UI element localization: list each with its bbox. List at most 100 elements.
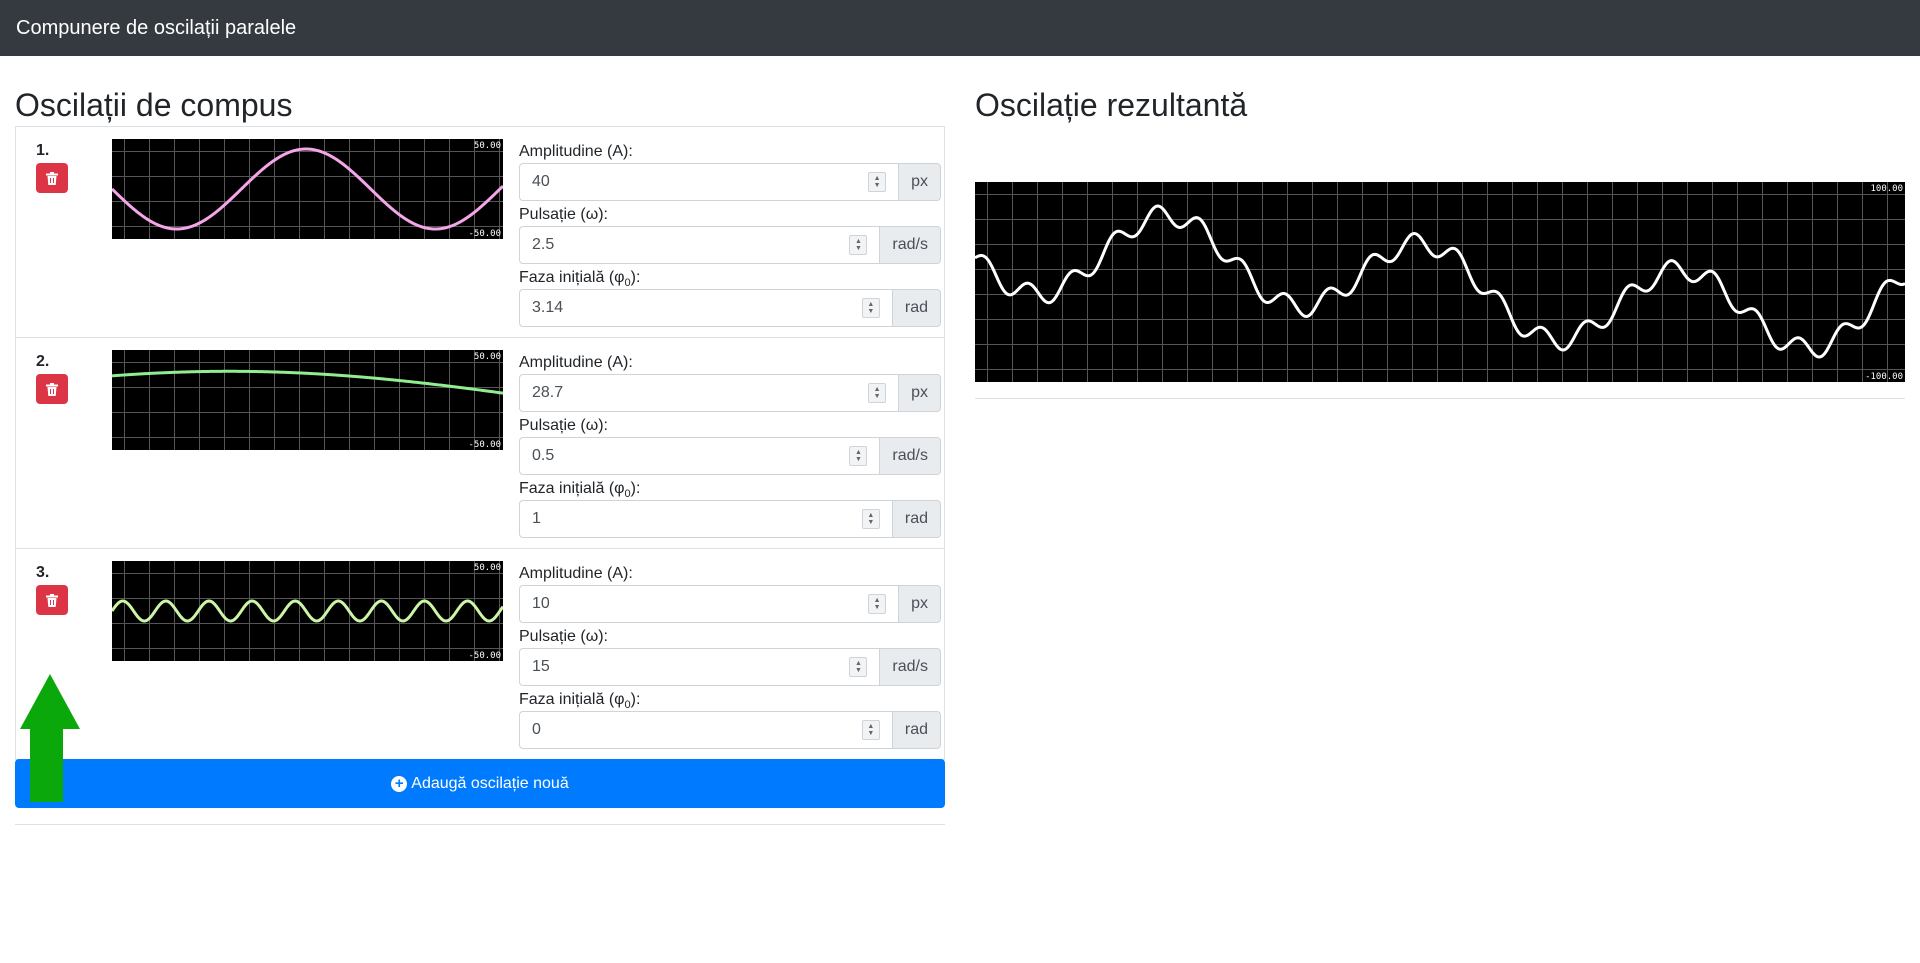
y-max-label: 50.00 — [474, 141, 501, 151]
phase-input[interactable]: 3.14 ▲ ▼ — [519, 289, 892, 327]
amplitude-input[interactable]: 10 ▲ ▼ — [519, 585, 899, 623]
oscillation-chart: 50.00 -50.00 — [112, 139, 503, 239]
y-min-label: -100.00 — [1865, 372, 1903, 382]
y-min-label: -50.00 — [468, 229, 501, 239]
spinner-icon[interactable]: ▲ ▼ — [849, 235, 868, 255]
oscillation-number: 2. — [36, 353, 50, 370]
amplitude-value: 28.7 — [532, 384, 564, 401]
pulsation-unit: rad/s — [879, 437, 941, 475]
pulsation-label: Pulsație (ω): — [519, 628, 608, 645]
phase-unit: rad — [891, 500, 941, 538]
amplitude-input[interactable]: 40 ▲ ▼ — [519, 163, 899, 201]
trash-icon — [46, 593, 58, 607]
spinner-icon[interactable]: ▲ ▼ — [861, 720, 880, 740]
phase-value: 3.14 — [532, 299, 564, 316]
y-min-label: -50.00 — [468, 440, 501, 450]
phase-group: 3.14 ▲ ▼ rad — [519, 289, 941, 327]
amplitude-group: 28.7 ▲ ▼ px — [519, 374, 941, 412]
pulsation-group: 0.5 ▲ ▼ rad/s — [519, 437, 941, 475]
delete-oscillation-button[interactable] — [36, 585, 68, 615]
amplitude-input[interactable]: 28.7 ▲ ▼ — [519, 374, 899, 412]
oscillation-chart: 50.00 -50.00 — [112, 561, 503, 661]
oscillation-row: 1. 50.00 -50.00 Amplitudine (A): 40 ▲ ▼ px… — [16, 127, 944, 338]
spinner-icon[interactable]: ▲ ▼ — [861, 298, 880, 318]
pulsation-label: Pulsație (ω): — [519, 417, 608, 434]
wave-line — [112, 147, 503, 231]
phase-label-end: ): — [630, 480, 641, 497]
wave-line — [112, 599, 503, 623]
result-chart: 100.00 -100.00 — [975, 182, 1905, 382]
oscillation-list: 1. 50.00 -50.00 Amplitudine (A): 40 ▲ ▼ px… — [15, 126, 945, 760]
add-oscillation-button[interactable]: + Adaugă oscilație nouă — [15, 759, 945, 808]
phase-label-text: Faza inițială (φ — [519, 269, 625, 286]
phase-value: 1 — [532, 510, 541, 527]
phase-group: 1 ▲ ▼ rad — [519, 500, 941, 538]
pulsation-value: 15 — [532, 658, 550, 675]
wave-line — [112, 369, 503, 395]
pulsation-unit: rad/s — [879, 226, 941, 264]
pulsation-input[interactable]: 15 ▲ ▼ — [519, 648, 880, 686]
main-content: Oscilații de compus 1. 50.00 -50.00 Ampli… — [0, 56, 1920, 963]
amplitude-group: 40 ▲ ▼ px — [519, 163, 941, 201]
spinner-icon[interactable]: ▲ ▼ — [868, 383, 887, 403]
oscillation-params: Amplitudine (A): 28.7 ▲ ▼ px Pulsație (ω)… — [519, 353, 941, 542]
amplitude-unit: px — [898, 163, 941, 201]
phase-value: 0 — [532, 721, 541, 738]
result-wave-line — [975, 204, 1905, 359]
phase-unit: rad — [891, 711, 941, 749]
phase-input[interactable]: 0 ▲ ▼ — [519, 711, 892, 749]
divider — [975, 398, 1905, 399]
y-min-label: -50.00 — [468, 651, 501, 661]
navbar: Compunere de oscilații paralele — [0, 0, 1920, 56]
amplitude-label: Amplitudine (A): — [519, 143, 633, 160]
delete-oscillation-button[interactable] — [36, 163, 68, 193]
oscillation-row: 3. 50.00 -50.00 Amplitudine (A): 10 ▲ ▼ px… — [16, 549, 944, 760]
oscillations-heading: Oscilații de compus — [15, 87, 293, 123]
oscillation-number: 1. — [36, 142, 50, 159]
phase-unit: rad — [891, 289, 941, 327]
oscillation-params: Amplitudine (A): 40 ▲ ▼ px Pulsație (ω): … — [519, 142, 941, 331]
amplitude-unit: px — [898, 585, 941, 623]
divider — [15, 824, 945, 825]
pulsation-group: 2.5 ▲ ▼ rad/s — [519, 226, 941, 264]
y-max-label: 100.00 — [1870, 184, 1903, 194]
spinner-icon[interactable]: ▲ ▼ — [868, 594, 887, 614]
up-arrow-icon — [20, 674, 80, 802]
amplitude-unit: px — [898, 374, 941, 412]
phase-label-text: Faza inițială (φ — [519, 691, 625, 708]
pulsation-input[interactable]: 0.5 ▲ ▼ — [519, 437, 880, 475]
spinner-icon[interactable]: ▲ ▼ — [849, 446, 868, 466]
delete-oscillation-button[interactable] — [36, 374, 68, 404]
pulsation-label: Pulsație (ω): — [519, 206, 608, 223]
plus-circle-icon: + — [391, 775, 408, 792]
spinner-icon[interactable]: ▲ ▼ — [868, 172, 887, 192]
pulsation-unit: rad/s — [879, 648, 941, 686]
amplitude-value: 40 — [532, 173, 550, 190]
phase-label-text: Faza inițială (φ — [519, 480, 625, 497]
amplitude-value: 10 — [532, 595, 550, 612]
trash-icon — [46, 171, 58, 185]
spinner-icon[interactable]: ▲ ▼ — [861, 509, 880, 529]
phase-label-end: ): — [630, 269, 641, 286]
pulsation-value: 2.5 — [532, 236, 555, 253]
y-max-label: 50.00 — [474, 352, 501, 362]
phase-label: Faza inițială (φ0): — [519, 268, 941, 289]
pulsation-input[interactable]: 2.5 ▲ ▼ — [519, 226, 880, 264]
phase-group: 0 ▲ ▼ rad — [519, 711, 941, 749]
trash-icon — [46, 382, 58, 396]
phase-label: Faza inițială (φ0): — [519, 479, 941, 500]
add-oscillation-label: Adaugă oscilație nouă — [411, 774, 569, 792]
phase-input[interactable]: 1 ▲ ▼ — [519, 500, 892, 538]
phase-label: Faza inițială (φ0): — [519, 690, 941, 711]
oscillation-params: Amplitudine (A): 10 ▲ ▼ px Pulsație (ω): … — [519, 564, 941, 753]
spinner-icon[interactable]: ▲ ▼ — [849, 657, 868, 677]
amplitude-group: 10 ▲ ▼ px — [519, 585, 941, 623]
app-title: Compunere de oscilații paralele — [16, 16, 297, 39]
result-heading: Oscilație rezultantă — [975, 87, 1248, 123]
amplitude-label: Amplitudine (A): — [519, 565, 633, 582]
oscillation-number: 3. — [36, 564, 50, 581]
oscillation-row: 2. 50.00 -50.00 Amplitudine (A): 28.7 ▲ ▼ … — [16, 338, 944, 549]
pulsation-group: 15 ▲ ▼ rad/s — [519, 648, 941, 686]
phase-label-end: ): — [630, 691, 641, 708]
y-max-label: 50.00 — [474, 563, 501, 573]
